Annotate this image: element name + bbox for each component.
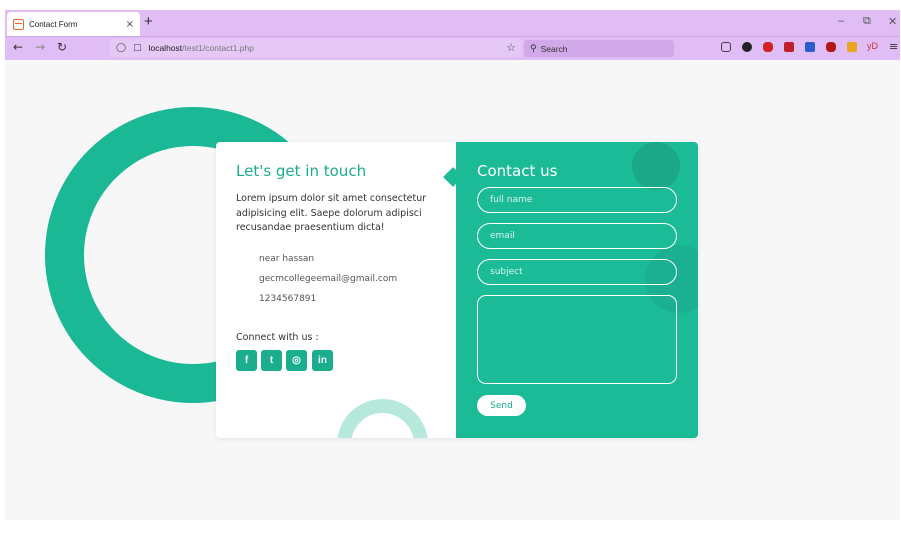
email-input[interactable] xyxy=(477,223,677,249)
contact-card: Let's get in touch Lorem ipsum dolor sit… xyxy=(216,142,698,438)
restore-icon[interactable]: ⧉ xyxy=(863,15,871,28)
url-host: localhost xyxy=(148,43,183,53)
search-placeholder: Search xyxy=(540,43,568,54)
close-window-icon[interactable]: ✕ xyxy=(888,15,897,28)
browser-window: Contact Form × + – ⧉ ✕ ← → ↻ ◯ □ localho… xyxy=(5,10,900,520)
page-icon: □ xyxy=(133,43,142,53)
tab-title: Contact Form xyxy=(29,19,78,29)
shield-icon: ◯ xyxy=(116,43,127,53)
address-bar[interactable]: ◯ □ localhost/test1/contact1.php ☆ xyxy=(110,39,522,57)
contact-phone: 1234567891 xyxy=(259,294,317,304)
pdf-extension-icon[interactable] xyxy=(784,42,794,52)
navigation-bar: ← → ↻ ◯ □ localhost/test1/contact1.php ☆… xyxy=(5,36,900,60)
page-viewport: Let's get in touch Lorem ipsum dolor sit… xyxy=(5,60,900,518)
ublock-icon[interactable] xyxy=(763,42,773,52)
contact-name: near hassan xyxy=(259,254,315,264)
menu-icon[interactable]: ≡ xyxy=(889,40,898,53)
privacy-badger-icon[interactable] xyxy=(826,42,836,52)
tab-close-button[interactable]: × xyxy=(126,19,134,30)
forward-icon[interactable]: → xyxy=(35,40,45,54)
new-tab-button[interactable]: + xyxy=(144,13,153,30)
info-description: Lorem ipsum dolor sit amet consectetur a… xyxy=(236,193,427,233)
yd-extension-icon[interactable]: yD xyxy=(867,41,878,51)
page-favicon-icon xyxy=(13,18,24,30)
instagram-icon[interactable]: ◎ xyxy=(286,350,307,371)
minimize-icon[interactable]: – xyxy=(838,15,844,27)
form-title: Contact us xyxy=(477,162,558,180)
contact-form-panel: Contact us Send xyxy=(456,142,698,438)
translate-extension-icon[interactable] xyxy=(805,42,815,52)
linkedin-icon[interactable]: in xyxy=(312,350,333,371)
send-button[interactable]: Send xyxy=(477,395,526,416)
twitter-icon[interactable]: t xyxy=(261,350,282,371)
notification-extension-icon[interactable] xyxy=(847,42,857,52)
tab-contact-form[interactable]: Contact Form × xyxy=(7,12,140,36)
message-textarea[interactable] xyxy=(477,295,677,384)
decorative-small-ring xyxy=(337,399,428,438)
subject-input[interactable] xyxy=(477,259,677,285)
bookmark-star-icon[interactable]: ☆ xyxy=(506,41,516,54)
full-name-input[interactable] xyxy=(477,187,677,213)
search-bar[interactable]: ⚲ Search xyxy=(524,40,674,57)
back-icon[interactable]: ← xyxy=(13,40,23,54)
extension-icon[interactable] xyxy=(742,42,752,52)
tab-bar: Contact Form × + – ⧉ ✕ xyxy=(5,10,900,36)
url-path: /test1/contact1.php xyxy=(182,43,254,53)
reload-icon[interactable]: ↻ xyxy=(57,40,67,54)
connect-label: Connect with us : xyxy=(236,332,319,343)
pocket-icon[interactable] xyxy=(721,42,731,52)
contact-email: gecmcollegeemail@gmail.com xyxy=(259,274,398,284)
contact-info-panel: Let's get in touch Lorem ipsum dolor sit… xyxy=(216,142,456,438)
facebook-icon[interactable]: f xyxy=(236,350,257,371)
info-title: Let's get in touch xyxy=(236,162,367,180)
decorative-circle xyxy=(632,142,680,190)
search-icon: ⚲ xyxy=(530,43,537,54)
